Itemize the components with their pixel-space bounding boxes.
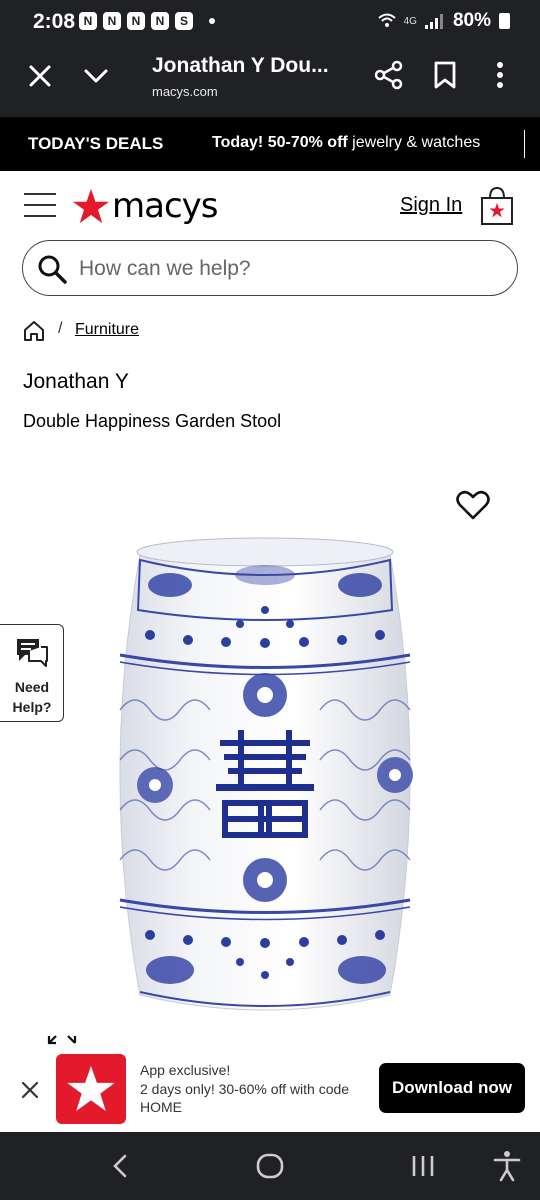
page-url: macys.com [152, 84, 218, 99]
back-icon[interactable] [108, 1152, 132, 1180]
app-promo-line2: 2 days only! 30-60% off with code HOME [140, 1081, 350, 1115]
accessibility-icon[interactable] [492, 1150, 522, 1182]
need-help-button[interactable]: Need Help? [0, 624, 64, 722]
need-help-line2: Help? [12, 699, 52, 715]
product-image[interactable] [100, 530, 430, 1020]
notification-icon: N [79, 12, 97, 30]
product-brand[interactable]: Jonathan Y [23, 370, 129, 394]
network-type: 4G [403, 15, 417, 27]
recent-apps-icon[interactable] [410, 1154, 436, 1178]
macys-star-icon [72, 188, 110, 224]
page-title: Jonathan Y Dou... [152, 54, 329, 77]
bookmark-icon[interactable] [432, 60, 458, 90]
battery-percent: 80% [452, 10, 491, 31]
shopping-bag-icon[interactable] [480, 186, 514, 226]
star-icon [67, 1066, 115, 1111]
notification-icons: N N N N S [79, 12, 215, 30]
notification-icon: N [103, 12, 121, 30]
home-icon[interactable] [23, 320, 45, 342]
download-now-button[interactable]: Download now [379, 1063, 525, 1113]
need-help-label: Need Help? [0, 677, 64, 717]
notification-icon: S [175, 12, 193, 30]
chevron-down-icon[interactable] [82, 62, 110, 90]
search-bar[interactable] [22, 240, 518, 296]
menu-line [24, 215, 56, 217]
breadcrumb-furniture-link[interactable]: Furniture [75, 321, 139, 339]
menu-line [24, 193, 56, 195]
search-icon[interactable] [37, 254, 67, 284]
chat-icon [17, 639, 48, 667]
wifi-icon [377, 13, 396, 27]
deals-divider [524, 130, 525, 158]
system-nav-bar [0, 1132, 540, 1200]
expand-image-icon[interactable] [46, 1032, 78, 1048]
sign-in-link[interactable]: Sign In [400, 194, 462, 217]
notification-icon: N [151, 12, 169, 30]
screen: 2:08 N N N N S 4G 80% Jonathan Y Dou... … [0, 0, 540, 1200]
product-name: Double Happiness Garden Stool [23, 411, 282, 431]
share-icon[interactable] [374, 60, 404, 90]
signal-icon [424, 14, 443, 29]
deals-text[interactable]: Today! 50-70% off jewelry & watches [212, 134, 480, 152]
status-bar: 2:08 N N N N S 4G 80% [0, 0, 540, 44]
app-promo-banner: App exclusive! 2 days only! 30-60% off w… [0, 1048, 540, 1132]
need-help-line1: Need [14, 679, 50, 695]
notification-dot-icon [209, 18, 215, 24]
status-time: 2:08 [33, 10, 76, 33]
macys-app-logo [56, 1054, 126, 1124]
more-options-icon[interactable] [490, 60, 510, 90]
notification-icon: N [127, 12, 145, 30]
close-tab-icon[interactable] [26, 62, 54, 90]
heart-icon[interactable] [456, 489, 490, 521]
macys-logo[interactable]: macys [72, 184, 218, 228]
status-right: 4G 80% [377, 10, 510, 32]
close-icon[interactable] [20, 1080, 40, 1100]
deals-banner[interactable]: TODAY'S DEALS Today! 50-70% off jewelry … [0, 117, 540, 171]
browser-toolbar: Jonathan Y Dou... macys.com [0, 44, 540, 117]
menu-icon[interactable] [24, 193, 56, 219]
search-input[interactable] [79, 255, 499, 283]
deals-label[interactable]: TODAY'S DEALS [28, 134, 163, 154]
app-promo-line1: App exclusive! [140, 1062, 231, 1078]
home-button-icon[interactable] [256, 1152, 284, 1180]
menu-line [24, 204, 56, 206]
deals-headline: Today! 50-70% off [212, 134, 348, 151]
deals-detail: jewelry & watches [347, 134, 481, 151]
battery-icon [499, 13, 510, 29]
breadcrumb-separator: / [58, 320, 63, 337]
logo-text: macys [112, 186, 218, 226]
